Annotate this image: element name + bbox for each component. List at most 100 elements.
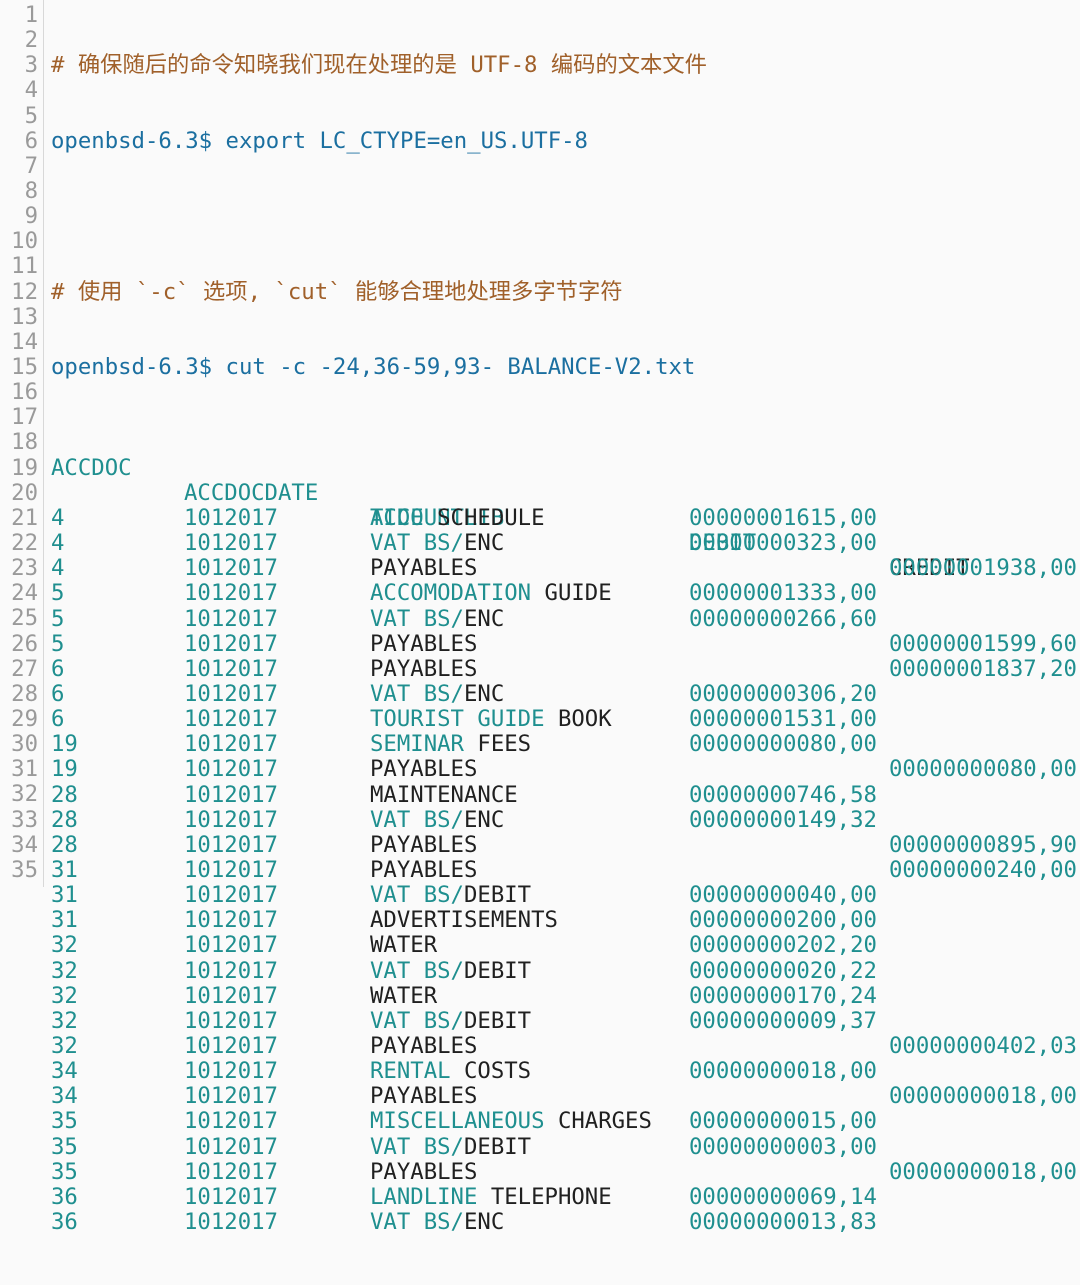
line-number: 9: [24, 203, 38, 230]
cell-accountlib: ADVERTISEMENTS: [370, 908, 558, 933]
cell-accountlib: VAT BS/DEBIT: [370, 1133, 532, 1160]
cell-accdocdate: 1012017: [184, 731, 278, 758]
cell-credit: 00000000895,90: [889, 831, 1077, 858]
table-row: 31 1012017 ADVERTISEMENTS 00000000200,00: [51, 908, 1080, 933]
line-number: 35: [11, 856, 38, 883]
cell-accdoc: 5: [51, 605, 65, 632]
line-number: 27: [11, 655, 38, 682]
line-number: 16: [11, 379, 38, 406]
code-editor[interactable]: 1 2 3 4 5 6 7 8 9 10 11 12 13 14 15 16 17 18 19 20 21 22 23 24 2…: [0, 0, 1080, 1235]
table-row: 35 1012017 VAT BS/DEBIT 00000000003,00: [51, 1133, 1080, 1160]
cell-accdocdate: 1012017: [184, 580, 278, 607]
accountlib-text: ENC: [463, 681, 505, 708]
line-number: 21: [11, 504, 38, 531]
table-row: 6 1012017 TOURIST GUIDE BOOK 00000001531,00: [51, 707, 1080, 732]
cell-accountlib: VAT BS/ENC: [370, 681, 505, 708]
cell-debit: 00000000020,22: [689, 957, 877, 984]
cell-accdocdate: 1012017: [184, 982, 278, 1009]
table-row: 32 1012017 WATER 00000000170,24: [51, 982, 1080, 1009]
code-line-command: openbsd-6.3$ export LC_CTYPE=en_US.UTF-8: [51, 127, 1080, 154]
cell-accdoc: 32: [51, 932, 78, 959]
accountlib-text: GUIDE: [531, 580, 612, 607]
cell-accountlib: WATER: [370, 933, 437, 958]
accountlib-highlight: TOURIST GUIDE: [370, 706, 545, 733]
table-row: 34 1012017 RENTAL COSTS 00000000018,00: [51, 1058, 1080, 1084]
cell-debit: 00000000013,83: [689, 1208, 877, 1235]
cell-accountlib: MAINTENANCE: [370, 782, 518, 808]
cell-accdocdate: 1012017: [184, 555, 278, 582]
line-number: 14: [11, 328, 38, 355]
cell-accdoc: 36: [51, 1183, 78, 1210]
line-number: 12: [11, 278, 38, 305]
accountlib-text: PAYABLES: [370, 655, 478, 682]
accountlib-text: ENC: [463, 1208, 505, 1235]
line-number: 11: [11, 253, 38, 280]
cell-accdocdate: 1012017: [184, 1158, 278, 1185]
line-number: 6: [24, 127, 38, 154]
line-number: 30: [11, 731, 38, 758]
line-number: 31: [11, 756, 38, 783]
cell-debit: 00000001615,00: [689, 505, 877, 532]
cell-accountlib: VAT BS/ENC: [370, 531, 504, 556]
cell-accountlib: PAYABLES: [370, 831, 478, 858]
cell-accountlib: PAYABLES: [370, 655, 478, 682]
cell-accountlib: VAT BS/ENC: [370, 606, 504, 632]
cell-accdoc: 6: [51, 681, 65, 708]
cell-debit: 00000000069,14: [689, 1183, 877, 1210]
cell-accdoc: 36: [51, 1208, 78, 1235]
cell-accdoc: 32: [51, 982, 78, 1009]
accountlib-text: CHARGES: [544, 1108, 652, 1135]
accountlib-text: PAYABLES: [370, 857, 478, 883]
cell-credit: 00000000080,00: [889, 756, 1077, 783]
line-number: 3: [24, 52, 38, 79]
cell-accountlib: VAT BS/ENC: [370, 1208, 505, 1235]
accountlib-highlight: MISCELLANEOUS: [370, 1108, 545, 1135]
command-text: cut -c -24,36-59,93- BALANCE-V2.txt: [212, 354, 696, 381]
line-number: 32: [11, 781, 38, 808]
cell-debit: 00000000009,37: [689, 1007, 877, 1034]
table-row: 6 1012017 VAT BS/ENC 00000000306,20: [51, 681, 1080, 708]
cell-accdoc: 19: [51, 756, 78, 783]
cell-credit: 00000000018,00: [889, 1083, 1077, 1110]
cell-accdocdate: 1012017: [184, 530, 278, 557]
table-row: 19 1012017 SEMINAR FEES 00000000080,00: [51, 732, 1080, 757]
command-text: export LC_CTYPE=en_US.UTF-8: [212, 127, 588, 154]
cell-accdocdate: 1012017: [184, 505, 278, 532]
line-number: 34: [11, 831, 38, 858]
code-area[interactable]: # 确保随后的命令知晓我们现在处理的是 UTF-8 编码的文本文件 openbs…: [51, 3, 1080, 1285]
table-row: 5 1012017 ACCOMODATION GUIDE 00000001333,00: [51, 581, 1080, 606]
line-number: 7: [24, 152, 38, 179]
accountlib-text: DEBIT: [463, 1133, 532, 1160]
cell-accdocdate: 1012017: [184, 1083, 278, 1110]
accountlib-highlight: ACCOMODATION: [370, 580, 532, 607]
table-row: 35 1012017 PAYABLES 00000000018,00: [51, 1158, 1080, 1185]
accountlib-highlight: VAT BS/: [370, 1007, 464, 1034]
cell-accdoc: 32: [51, 957, 78, 984]
comment-text: # 使用 `-c` 选项, `cut` 能够合理地处理多字节字符: [51, 278, 623, 305]
cell-accdoc: 35: [51, 1158, 78, 1185]
cell-accdocdate: 1012017: [184, 1032, 278, 1059]
accountlib-text: PAYABLES: [370, 756, 478, 783]
cell-credit: 00000000240,00: [889, 857, 1077, 883]
cell-debit: 00000000202,20: [689, 932, 877, 959]
cell-accdoc: 28: [51, 831, 78, 858]
cell-accdoc: 35: [51, 1133, 78, 1160]
line-number: 22: [11, 529, 38, 556]
cell-credit: 00000000018,00: [889, 1158, 1077, 1185]
cell-accountlib: TIDE SCHEDULE: [370, 505, 545, 531]
table-row: 5 1012017 VAT BS/ENC 00000000266,60: [51, 605, 1080, 632]
table-row: 36 1012017 VAT BS/ENC 00000000013,83: [51, 1208, 1080, 1235]
table-row: 4 1012017 PAYABLES 00000001938,00: [51, 556, 1080, 581]
cell-accountlib: SEMINAR FEES: [370, 732, 531, 757]
cell-debit: 00000000323,00: [689, 530, 877, 557]
line-number: 29: [11, 705, 38, 732]
accountlib-text: PAYABLES: [370, 630, 478, 657]
accountlib-text: PAYABLES: [370, 831, 478, 858]
cell-debit: 00000000149,32: [689, 806, 877, 833]
cell-accountlib: PAYABLES: [370, 630, 478, 657]
cell-accountlib: WATER: [370, 983, 437, 1009]
line-number: 18: [11, 429, 38, 456]
line-number: 4: [24, 77, 38, 104]
cell-accdocdate: 1012017: [184, 781, 278, 808]
